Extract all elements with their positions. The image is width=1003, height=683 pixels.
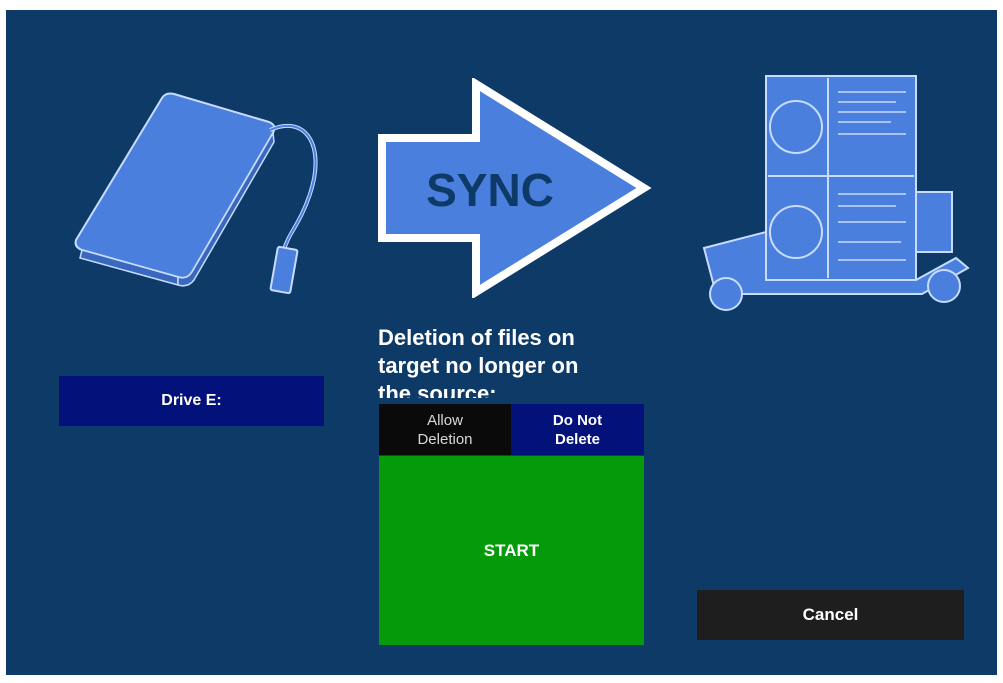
start-button[interactable]: START [379,456,644,645]
allow-deletion-option[interactable]: Allow Deletion [379,404,511,455]
do-not-delete-line1: Do Not [552,411,603,429]
do-not-delete-line2: Delete [554,430,601,448]
server-cart-icon [702,75,970,311]
external-hard-drive-icon [74,92,318,295]
deletion-prompt: Deletion of files on target no longer on… [378,325,579,398]
source-drive-label: Drive E: [59,376,324,426]
sync-label: SYNC [426,164,554,216]
sync-screen: SYNC Drive E: Deletion of files on targe… [6,10,997,675]
allow-deletion-line1: Allow [427,411,463,429]
sync-arrow-icon: SYNC [378,78,652,298]
cancel-button[interactable]: Cancel [697,590,964,640]
allow-deletion-line2: Deletion [417,430,473,448]
do-not-delete-option[interactable]: Do Not Delete [511,404,644,455]
